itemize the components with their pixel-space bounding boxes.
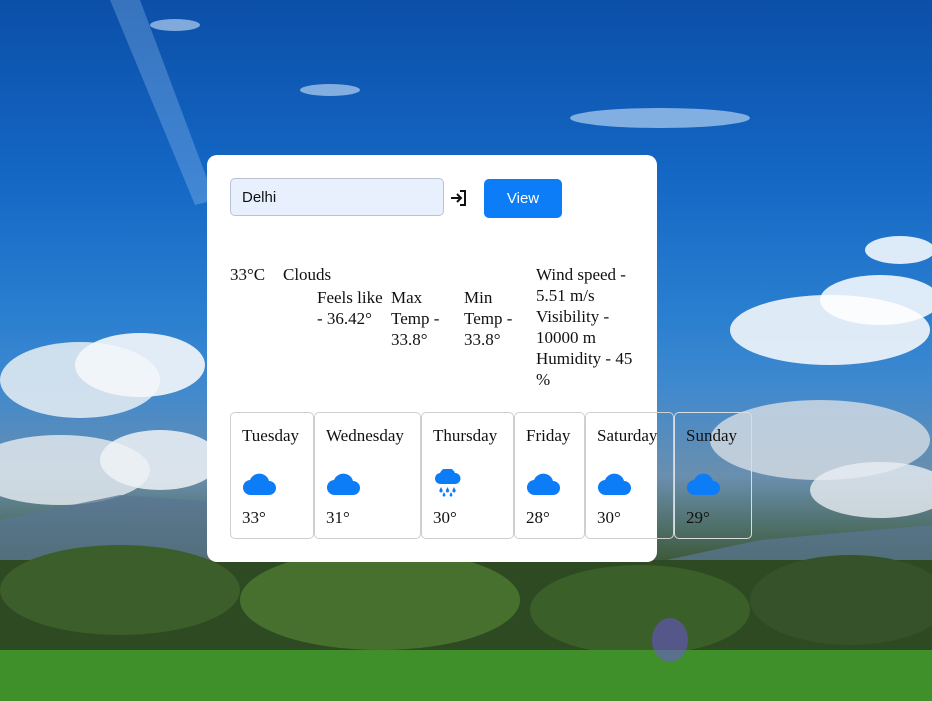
max-temp-text: Max Temp - 33.8° bbox=[391, 288, 440, 349]
weather-details: Wind speed - 5.51 m/s Visibility - 10000… bbox=[536, 264, 646, 390]
cloud-icon bbox=[686, 473, 720, 496]
view-button[interactable]: View bbox=[484, 179, 562, 218]
forecast-card-saturday: Saturday 30° bbox=[585, 412, 674, 539]
forecast-day: Friday bbox=[526, 426, 571, 445]
forecast-temp: 28° bbox=[526, 508, 550, 527]
forecast-day: Wednesday bbox=[326, 426, 404, 445]
forecast-temp: 30° bbox=[597, 508, 621, 527]
humidity-text: Humidity - 45 % bbox=[536, 349, 633, 389]
cloud-icon bbox=[326, 473, 360, 496]
forecast-card-tuesday: Tuesday 33° bbox=[230, 412, 314, 539]
forecast-card-wednesday: Wednesday 31° bbox=[314, 412, 421, 539]
cloud-icon bbox=[242, 473, 276, 496]
wind-speed-text: Wind speed - 5.51 m/s bbox=[536, 265, 626, 305]
forecast-temp: 29° bbox=[686, 508, 710, 527]
forecast-day: Sunday bbox=[686, 426, 737, 445]
forecast-card-sunday: Sunday 29° bbox=[674, 412, 752, 539]
forecast-day: Thursday bbox=[433, 426, 498, 445]
forecast-card-friday: Friday 28° bbox=[514, 412, 585, 539]
rain-cloud-icon bbox=[434, 469, 461, 497]
feels-like-text: Feels like - 36.42° bbox=[317, 288, 383, 328]
forecast-temp: 31° bbox=[326, 508, 350, 527]
visibility-text: Visibility - 10000 m bbox=[536, 307, 610, 347]
current-temperature: 33°C bbox=[230, 265, 266, 284]
forecast-card-thursday: Thursday 30° bbox=[421, 412, 514, 539]
forecast-temp: 30° bbox=[433, 508, 457, 527]
forecast-day: Saturday bbox=[597, 426, 658, 445]
cloud-icon bbox=[597, 473, 631, 496]
enter-icon[interactable] bbox=[449, 188, 469, 208]
city-search-input[interactable] bbox=[230, 178, 444, 216]
weather-card: View 33°C Clouds Feels like - 36.42° Max… bbox=[207, 155, 752, 562]
forecast-day: Tuesday bbox=[242, 426, 299, 445]
min-temp-text: Min Temp - 33.8° bbox=[464, 288, 513, 349]
forecast-temp: 33° bbox=[242, 508, 266, 527]
cloud-icon bbox=[526, 473, 560, 496]
current-condition: Clouds bbox=[283, 265, 332, 284]
